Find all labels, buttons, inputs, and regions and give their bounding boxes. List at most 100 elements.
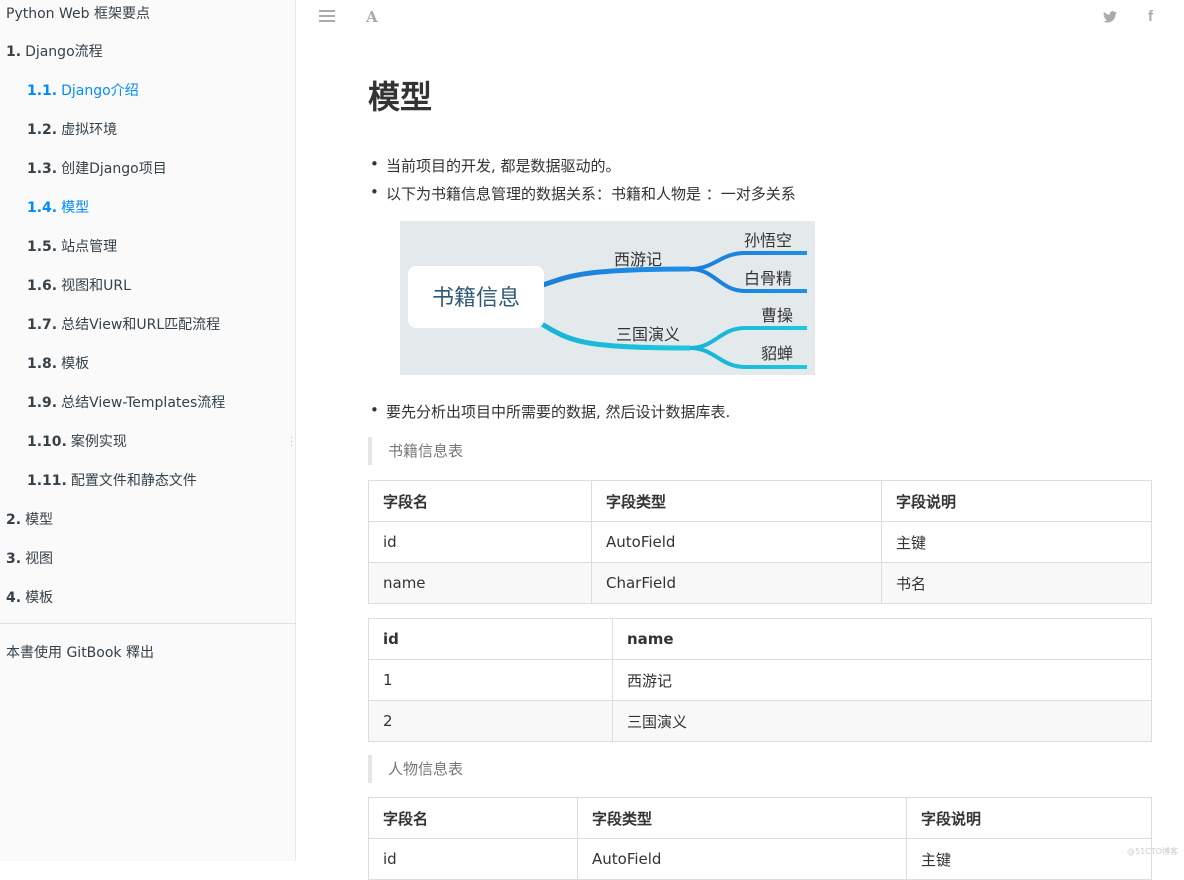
bullet-data-driven: 当前项目的开发, 都是数据驱动的。 <box>370 155 621 176</box>
table-header-cell: 字段类型 <box>577 797 907 839</box>
toc-label: 案例实现 <box>70 434 127 450</box>
table-cell: CharField <box>591 562 882 604</box>
toc-num: 1.1. <box>27 83 58 99</box>
toc-label: 视图和URL <box>61 278 131 294</box>
table-row: 2 三国演义 <box>368 700 1152 742</box>
toc-label: 模型 <box>25 512 54 528</box>
table-cell: 1 <box>368 659 613 701</box>
table-cell: AutoField <box>591 521 882 563</box>
table-header-cell: 字段说明 <box>881 480 1152 522</box>
table-header-row: 字段名 字段类型 字段说明 <box>368 797 1152 839</box>
person-fields-table: 字段名 字段类型 字段说明 id AutoField 主键 <box>368 797 1152 880</box>
toc-item-model[interactable]: 1.4. 模型 <box>27 197 89 217</box>
toc-label: 配置文件和静态文件 <box>70 473 197 489</box>
toc-label: 站点管理 <box>61 239 118 255</box>
mindmap-leaf-caocao: 曹操 <box>761 306 793 325</box>
gitbook-publish-link[interactable]: 本書使用 GitBook 釋出 <box>6 642 154 662</box>
toc-label: 总结View-Templates流程 <box>61 395 226 411</box>
twitter-icon[interactable] <box>1103 9 1117 27</box>
toc-label: 虚拟环境 <box>61 122 118 138</box>
table-cell: AutoField <box>577 838 907 880</box>
toc-item-venv[interactable]: 1.2. 虚拟环境 <box>27 119 117 139</box>
table-cell: id <box>368 838 578 880</box>
toc-item-chapter-view[interactable]: 3. 视图 <box>6 548 53 568</box>
table-header-row: 字段名 字段类型 字段说明 <box>368 480 1152 522</box>
mindmap-branch-xiyouji: 西游记 <box>614 250 662 269</box>
toc-item-templates[interactable]: 1.8. 模板 <box>27 353 89 373</box>
table-header-cell: id <box>368 618 613 660</box>
book-title[interactable]: Python Web 框架要点 <box>6 3 150 23</box>
menu-icon[interactable] <box>319 9 335 27</box>
toc-item-django-flow[interactable]: 1. Django流程 <box>6 41 103 61</box>
toc-label: 模板 <box>61 356 90 372</box>
table-row: id AutoField 主键 <box>368 521 1152 563</box>
toc-item-config-static[interactable]: 1.11. 配置文件和静态文件 <box>27 470 197 490</box>
toc-num: 1.5. <box>27 239 58 255</box>
toc-label: 视图 <box>25 551 54 567</box>
table-header-cell: name <box>612 618 1152 660</box>
table-row: id AutoField 主键 <box>368 838 1152 880</box>
toc-num: 1.6. <box>27 278 58 294</box>
font-settings-icon[interactable]: A <box>366 8 378 26</box>
table-cell: 书名 <box>881 562 1152 604</box>
toc-num: 1.7. <box>27 317 58 333</box>
sidebar-divider <box>0 623 296 624</box>
table-row: name CharField 书名 <box>368 562 1152 604</box>
toc-num: 1.8. <box>27 356 58 372</box>
table-cell: 三国演义 <box>612 700 1152 742</box>
toc-item-case-impl[interactable]: 1.10. 案例实现 <box>27 431 127 451</box>
book-fields-table: 字段名 字段类型 字段说明 id AutoField 主键 name CharF… <box>368 480 1152 604</box>
mindmap-leaf-diaochan: 貂蝉 <box>761 344 793 363</box>
table-cell: 2 <box>368 700 613 742</box>
book-data-table: id name 1 西游记 2 三国演义 <box>368 618 1152 742</box>
blockquote-book-table: 书籍信息表 <box>368 437 788 465</box>
table-cell: 主键 <box>906 838 1152 880</box>
table-cell: 主键 <box>881 521 1152 563</box>
book-relation-mindmap: 书籍信息 西游记 孙悟空 白骨精 三国演义 曹操 貂蝉 <box>400 221 815 375</box>
table-header-cell: 字段类型 <box>591 480 882 522</box>
toc-item-chapter-template[interactable]: 4. 模板 <box>6 587 53 607</box>
toc-num: 1.4. <box>27 200 58 216</box>
blockquote-person-table: 人物信息表 <box>368 755 788 783</box>
toc-label: Django介绍 <box>61 83 139 99</box>
toc-num: 1.11. <box>27 473 67 489</box>
table-cell: id <box>368 521 592 563</box>
toc-item-view-url-flow[interactable]: 1.7. 总结View和URL匹配流程 <box>27 314 220 334</box>
toc-num: 1.3. <box>27 161 58 177</box>
sidebar: Python Web 框架要点 1. Django流程 1.1. Django介绍 … <box>0 0 296 861</box>
toc-num: 3. <box>6 551 22 567</box>
toc-num: 1.9. <box>27 395 58 411</box>
toc-num: 1. <box>6 44 22 60</box>
table-cell: 西游记 <box>612 659 1152 701</box>
toc-item-view-templates-flow[interactable]: 1.9. 总结View-Templates流程 <box>27 392 225 412</box>
watermark: @51CTO博客 <box>1127 847 1178 856</box>
toc-item-views-urls[interactable]: 1.6. 视图和URL <box>27 275 131 295</box>
toc-item-django-intro[interactable]: 1.1. Django介绍 <box>27 80 139 100</box>
toc-num: 1.10. <box>27 434 67 450</box>
toc-num: 1.2. <box>27 122 58 138</box>
facebook-icon[interactable]: f <box>1148 8 1153 25</box>
toc-item-admin[interactable]: 1.5. 站点管理 <box>27 236 117 256</box>
toc-item-create-project[interactable]: 1.3. 创建Django项目 <box>27 158 167 178</box>
mindmap-root: 书籍信息 <box>432 286 520 311</box>
toc-num: 2. <box>6 512 22 528</box>
table-header-cell: 字段名 <box>368 480 592 522</box>
table-cell: name <box>368 562 592 604</box>
mindmap-branch-sanguo: 三国演义 <box>616 325 680 344</box>
toc-label: 模板 <box>25 590 54 606</box>
table-row: 1 西游记 <box>368 659 1152 701</box>
toc-label: 创建Django项目 <box>61 161 167 177</box>
sidebar-resize-handle[interactable]: · · · <box>290 434 293 452</box>
toc-label: 模型 <box>61 200 90 216</box>
toc-item-chapter-model[interactable]: 2. 模型 <box>6 509 53 529</box>
toc-label: Django流程 <box>25 44 103 60</box>
toc-label: 总结View和URL匹配流程 <box>61 317 221 333</box>
bullet-relationship: 以下为书籍信息管理的数据关系：书籍和人物是 ：一对多关系 <box>370 183 796 204</box>
page-title: 模型 <box>368 78 433 116</box>
table-header-cell: 字段说明 <box>906 797 1152 839</box>
bullet-analyze-data: 要先分析出项目中所需要的数据, 然后设计数据库表. <box>370 401 730 422</box>
mindmap-leaf-sunwukong: 孙悟空 <box>744 231 792 250</box>
toc-num: 4. <box>6 590 22 606</box>
mindmap-leaf-baigujing: 白骨精 <box>744 269 792 288</box>
table-header-row: id name <box>368 618 1152 660</box>
